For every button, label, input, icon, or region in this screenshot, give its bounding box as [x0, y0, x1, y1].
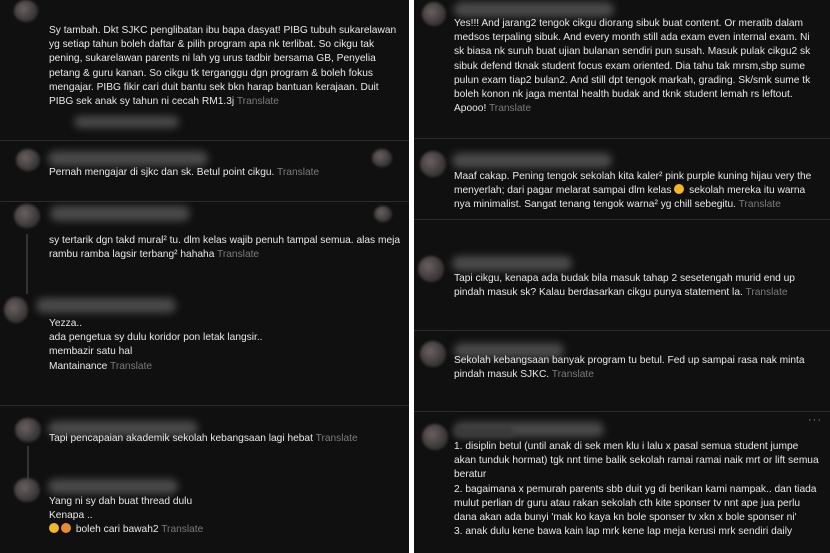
avatar[interactable]	[16, 149, 40, 171]
comment: Yes!!! And jarang2 tengok cikgu diorang …	[414, 0, 830, 138]
reply-avatar[interactable]	[374, 206, 392, 222]
reply-text: Yang ni sy dah buat thread dulu Kenapa .…	[49, 496, 204, 536]
translate-link[interactable]: Translate	[110, 361, 152, 372]
avatar[interactable]	[418, 256, 444, 282]
translate-link[interactable]: Translate	[745, 287, 787, 298]
avatar[interactable]	[4, 297, 28, 323]
comment: Sekolah kebangsaan banyak program tu bet…	[414, 331, 830, 411]
avatar[interactable]	[422, 2, 446, 26]
right-thread-panel: Yes!!! And jarang2 tengok cikgu diorang …	[414, 0, 830, 553]
username[interactable]	[36, 298, 176, 313]
translate-link[interactable]: Translate	[237, 96, 279, 107]
translate-link[interactable]: Translate	[217, 249, 259, 260]
comment-text: 1. disiplin betul (until anak di sek men…	[454, 441, 819, 538]
reply-avatar[interactable]	[372, 149, 392, 167]
comment-text: Maaf cakap. Pening tengok sekolah kita k…	[454, 171, 812, 211]
timestamp	[454, 427, 514, 437]
comment: ··· 1. disiplin betul (until anak di sek…	[414, 412, 830, 553]
comment: sy tertarik dgn takd mural² tu. dlm kela…	[0, 202, 409, 402]
username[interactable]	[50, 206, 190, 221]
reply-text: Yezza.. ada pengetua sy dulu koridor pon…	[49, 318, 263, 372]
reaction-bar	[74, 116, 179, 128]
comment-text: Pernah mengajar di sjkc dan sk. Betul po…	[49, 167, 320, 178]
left-thread-panel: Sy tambah. Dkt SJKC penglibatan ibu bapa…	[0, 0, 409, 553]
translate-link[interactable]: Translate	[316, 433, 358, 444]
username[interactable]	[452, 256, 572, 271]
username[interactable]	[454, 2, 614, 17]
translate-link[interactable]: Translate	[489, 103, 531, 114]
avatar[interactable]	[15, 418, 41, 442]
avatar[interactable]	[422, 424, 448, 450]
comment-text: Tapi cikgu, kenapa ada budak bila masuk …	[454, 273, 795, 299]
comment: Pernah mengajar di sjkc dan sk. Betul po…	[0, 141, 409, 201]
laughing-emoji-icon	[49, 523, 59, 534]
avatar[interactable]	[14, 478, 40, 502]
translate-link[interactable]: Translate	[277, 167, 319, 178]
comment-text: Yes!!! And jarang2 tengok cikgu diorang …	[454, 18, 811, 115]
comment-text: Sy tambah. Dkt SJKC penglibatan ibu bapa…	[49, 25, 397, 108]
more-options-icon[interactable]: ···	[808, 414, 822, 426]
smiling-emoji-icon	[674, 184, 685, 195]
thread-line	[26, 234, 28, 294]
translate-link[interactable]: Translate	[552, 369, 594, 380]
username[interactable]	[452, 153, 612, 168]
avatar[interactable]	[14, 0, 38, 22]
thread-line	[27, 446, 29, 481]
comment-text: Tapi pencapaian akademik sekolah kebangs…	[49, 433, 358, 444]
comment: Tapi pencapaian akademik sekolah kebangs…	[0, 406, 409, 553]
translate-link[interactable]: Translate	[739, 199, 781, 210]
laughing-emoji-icon	[61, 523, 71, 534]
avatar[interactable]	[420, 151, 446, 177]
comment: Tapi cikgu, kenapa ada budak bila masuk …	[414, 220, 830, 308]
avatar[interactable]	[420, 341, 446, 367]
username[interactable]	[48, 479, 178, 494]
translate-link[interactable]: Translate	[161, 524, 203, 535]
avatar[interactable]	[14, 204, 40, 228]
username[interactable]	[48, 151, 208, 166]
comment-text: sy tertarik dgn takd mural² tu. dlm kela…	[49, 235, 401, 261]
comment: Sy tambah. Dkt SJKC penglibatan ibu bapa…	[0, 0, 409, 140]
comment-text: Sekolah kebangsaan banyak program tu bet…	[454, 355, 805, 381]
comment: Maaf cakap. Pening tengok sekolah kita k…	[414, 139, 830, 219]
